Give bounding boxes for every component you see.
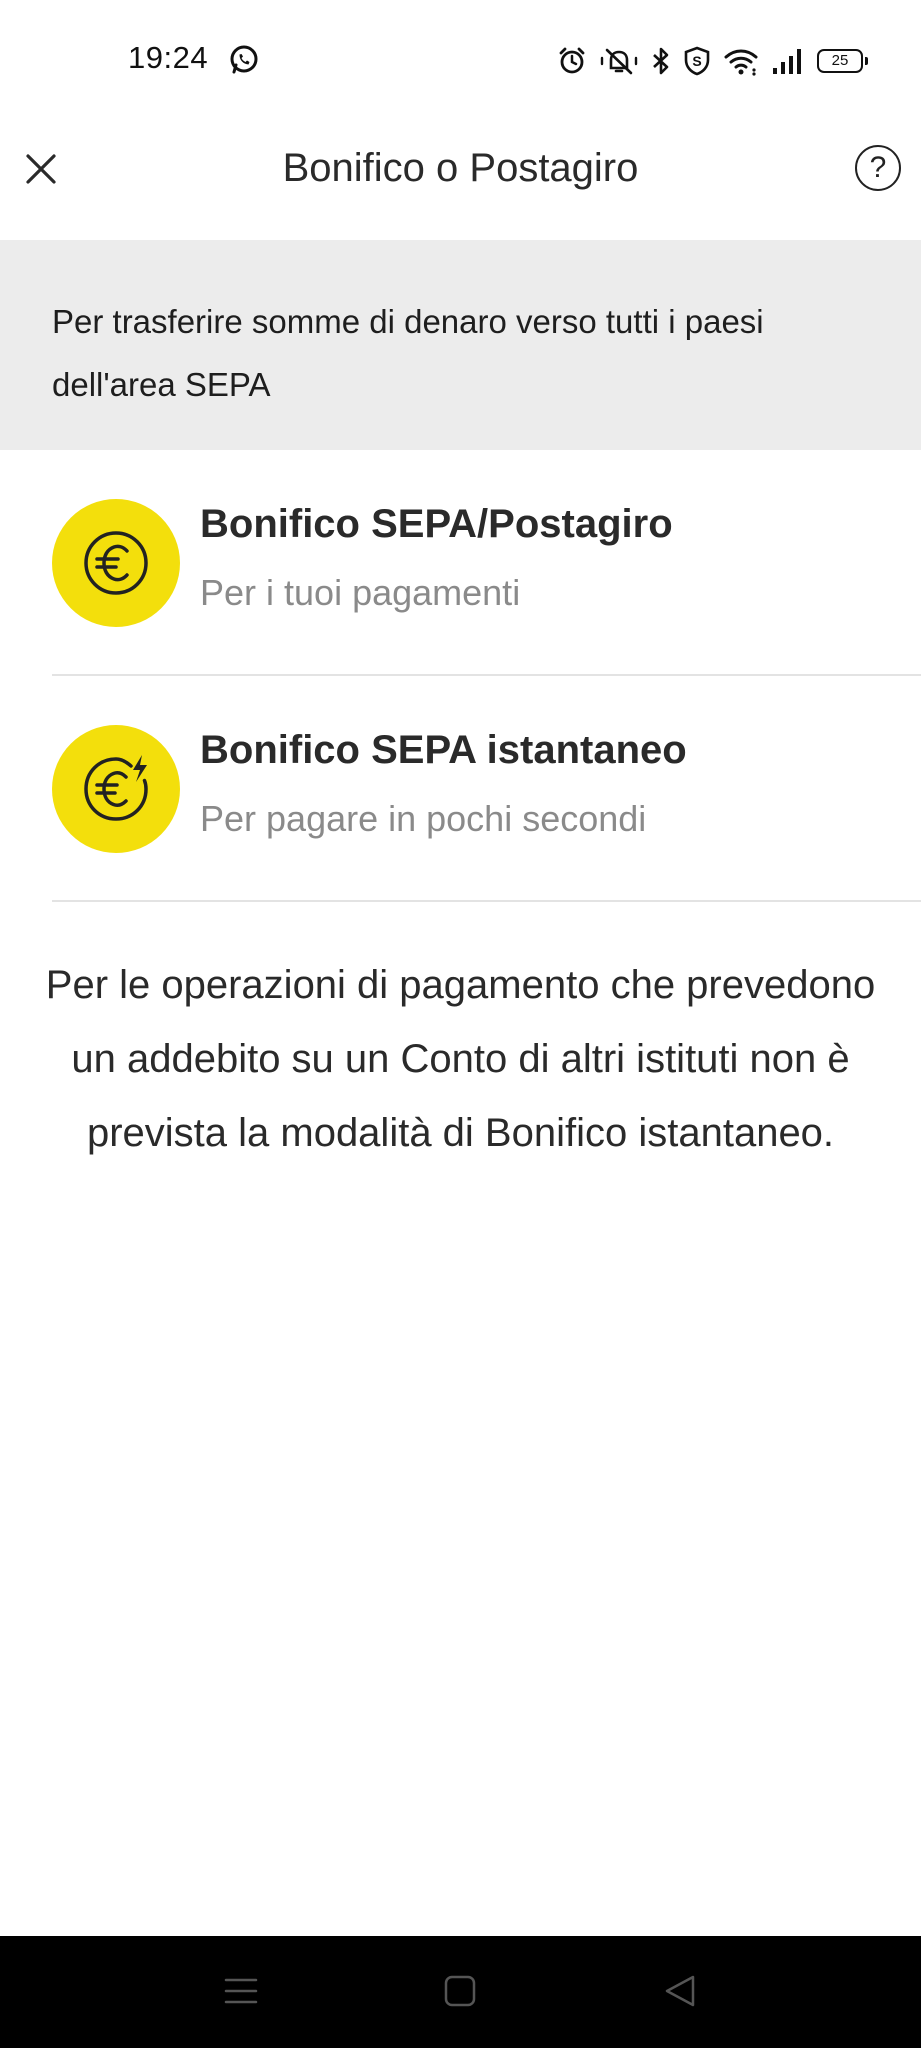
status-icons: S 25 [557,44,868,78]
page-title: Bonifico o Postagiro [282,146,639,190]
status-bar: 19:24 S 25 [0,0,921,120]
svg-text:S: S [692,53,701,69]
option-subtitle: Per pagare in pochi secondi [200,798,647,839]
system-navigation-bar [0,1936,921,2048]
option-bonifico-sepa-istantaneo[interactable]: Bonifico SEPA istantaneo Per pagare in p… [52,676,921,902]
menu-icon[interactable] [224,1974,258,2008]
signal-icon [773,49,801,74]
option-title: Bonifico SEPA istantaneo [200,728,687,772]
alarm-icon [559,47,585,74]
euro-instant-icon [52,725,180,853]
battery-icon: 25 [817,49,868,73]
instant-transfer-notice: Per le operazioni di pagamento che preve… [45,963,876,1155]
mute-icon [600,48,638,75]
home-icon[interactable] [443,1974,477,2008]
help-icon[interactable]: ? [855,145,901,191]
shield-icon: S [684,46,710,76]
wifi-icon [724,49,758,76]
option-subtitle: Per i tuoi pagamenti [200,572,521,613]
info-banner-text: Per trasferire somme di denaro verso tut… [52,303,764,403]
option-title: Bonifico SEPA/Postagiro [200,502,673,546]
bluetooth-icon [653,47,669,75]
app-header: Bonifico o Postagiro ? [0,120,921,240]
status-time: 19:24 [128,40,209,75]
back-icon[interactable] [663,1974,697,2008]
option-bonifico-sepa-postagiro[interactable]: Bonifico SEPA/Postagiro Per i tuoi pagam… [52,450,921,676]
info-banner: Per trasferire somme di denaro verso tut… [0,240,921,450]
euro-coin-icon [52,499,180,627]
whatsapp-icon [230,45,258,74]
